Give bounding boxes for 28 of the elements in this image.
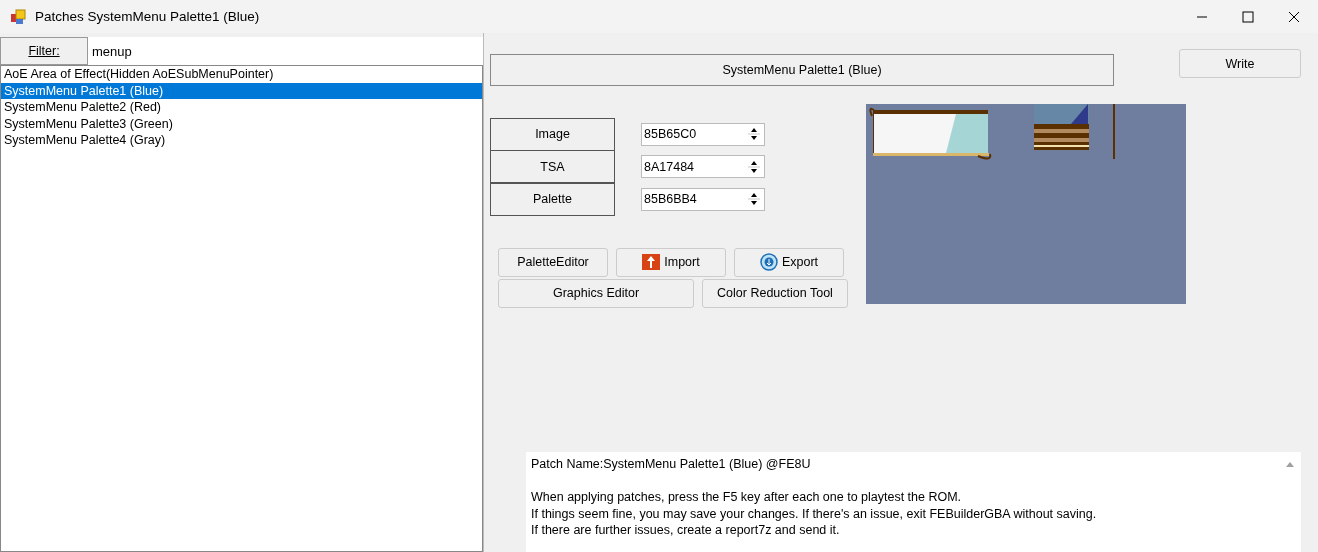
app-icon bbox=[10, 8, 26, 25]
color-reduction-button[interactable]: Color Reduction Tool bbox=[702, 278, 848, 308]
filter-button[interactable]: Filter: bbox=[0, 37, 88, 65]
list-item[interactable]: AoE Area of Effect(Hidden AoESubMenuPointer) bbox=[1, 66, 482, 83]
field-label: Image bbox=[490, 117, 615, 151]
graphics-editor-button[interactable]: Graphics Editor bbox=[498, 278, 694, 308]
export-disc-icon bbox=[759, 253, 778, 271]
window-title: Patches SystemMenu Palette1 (Blue) bbox=[35, 9, 260, 24]
list-item[interactable]: SystemMenu Palette1 (Blue) bbox=[1, 82, 482, 99]
close-icon[interactable] bbox=[1288, 10, 1300, 23]
patch-name-text: Patch Name:SystemMenu Palette1 (Blue) @FE8U bbox=[531, 456, 812, 473]
scroll-up-icon[interactable] bbox=[1285, 460, 1295, 468]
field-label: TSA bbox=[490, 150, 615, 184]
address-field[interactable]: 85B65C0 bbox=[641, 122, 765, 146]
address-field[interactable]: 85B6BB4 bbox=[641, 187, 765, 211]
write-button[interactable]: Write bbox=[1179, 49, 1301, 78]
field-label: Palette bbox=[490, 182, 615, 216]
import-button[interactable]: Import bbox=[616, 247, 726, 277]
list-item[interactable]: SystemMenu Palette4 (Gray) bbox=[1, 132, 482, 149]
description-text: When applying patches, press the F5 key after each one to playtest the ROM. If things seem fine, you may save your changes. If there's an issue, exit FEBuilderGBA without saving. If there are further issues, create a report7z and send it. bbox=[531, 489, 1098, 539]
maximize-icon[interactable] bbox=[1242, 10, 1254, 23]
export-button[interactable]: Export bbox=[734, 247, 844, 277]
list-item[interactable]: SystemMenu Palette2 (Red) bbox=[1, 99, 482, 116]
patch-title: SystemMenu Palette1 (Blue) bbox=[490, 54, 1114, 86]
palette-editor-button[interactable]: PaletteEditor bbox=[498, 247, 608, 277]
address-field[interactable]: 8A17484 bbox=[641, 155, 765, 179]
list-item[interactable]: SystemMenu Palette3 (Green) bbox=[1, 115, 482, 132]
filter-field[interactable]: menup bbox=[88, 37, 483, 65]
